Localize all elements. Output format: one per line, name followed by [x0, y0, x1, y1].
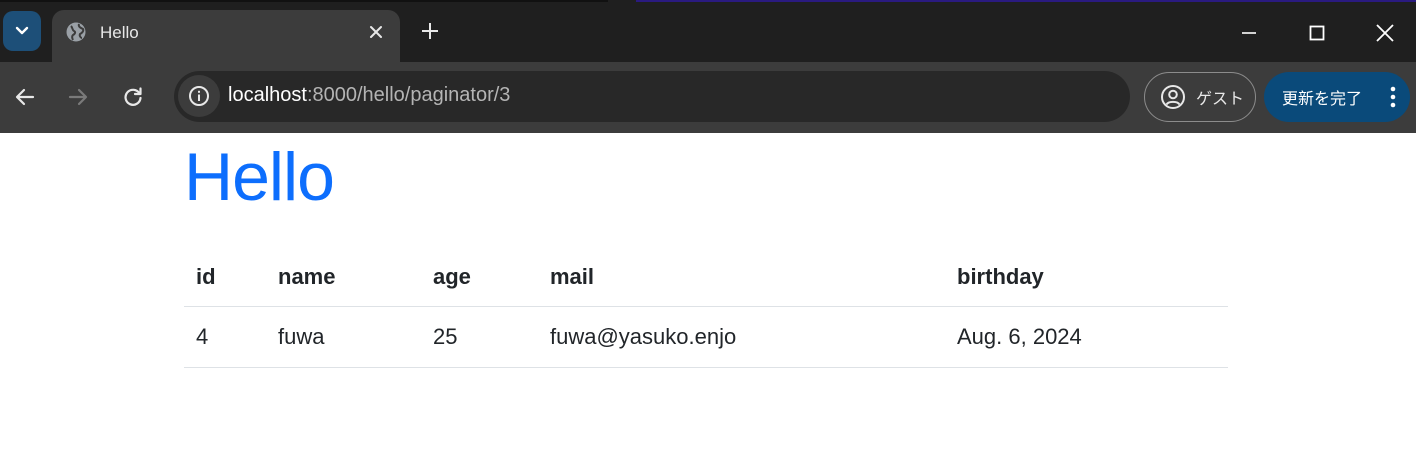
- url-text: localhost:8000/hello/paginator/3: [228, 84, 510, 107]
- minimize-button[interactable]: [1234, 18, 1264, 48]
- table-row: 4 fuwa 25 fuwa@yasuko.enjo Aug. 6, 2024: [184, 306, 1228, 368]
- header-id: id: [184, 248, 266, 307]
- cell-mail: fuwa@yasuko.enjo: [538, 306, 945, 368]
- cell-name: fuwa: [266, 306, 421, 368]
- table-header-row: id name age mail birthday: [184, 248, 1228, 307]
- guest-label: ゲスト: [1196, 89, 1245, 108]
- reload-button[interactable]: [118, 82, 148, 112]
- close-icon: [370, 26, 382, 38]
- back-button[interactable]: [10, 82, 40, 112]
- header-age: age: [421, 248, 538, 307]
- chevron-down-icon: [15, 26, 29, 35]
- header-mail: mail: [538, 248, 945, 307]
- arrow-left-icon: [15, 88, 35, 106]
- reload-icon: [124, 87, 142, 106]
- more-vert-icon: [1390, 86, 1396, 108]
- tab-strip: Hello: [0, 0, 1416, 62]
- cell-id: 4: [184, 306, 266, 368]
- arrow-right-icon: [68, 88, 88, 106]
- top-edge-accent: [636, 0, 1416, 2]
- tab-title: Hello: [100, 23, 139, 42]
- data-table: id name age mail birthday 4 fuwa 25 fuwa…: [184, 248, 1228, 368]
- cell-age: 25: [421, 306, 538, 368]
- header-birthday: birthday: [945, 248, 1228, 307]
- globe-icon: [66, 22, 86, 42]
- account-circle-icon: [1161, 85, 1185, 109]
- close-icon: [1376, 24, 1394, 42]
- close-window-button[interactable]: [1370, 18, 1400, 48]
- close-tab-button[interactable]: [366, 22, 386, 42]
- update-label: 更新を完了: [1282, 89, 1363, 108]
- profile-guest-button[interactable]: ゲスト: [1144, 72, 1256, 122]
- tab-search-button[interactable]: [3, 11, 41, 51]
- address-bar[interactable]: localhost:8000/hello/paginator/3: [174, 71, 1130, 122]
- plus-icon: [422, 23, 438, 39]
- minimize-icon: [1242, 32, 1256, 34]
- info-icon: [189, 86, 209, 106]
- forward-button[interactable]: [63, 82, 93, 112]
- header-name: name: [266, 248, 421, 307]
- maximize-icon: [1309, 25, 1325, 41]
- maximize-button[interactable]: [1302, 18, 1332, 48]
- site-info-button[interactable]: [178, 75, 220, 117]
- url-path: :8000/hello/paginator/3: [306, 84, 511, 106]
- page-title: Hello: [184, 139, 335, 215]
- browser-toolbar: localhost:8000/hello/paginator/3 ゲスト 更新を…: [0, 62, 1416, 133]
- cell-birthday: Aug. 6, 2024: [945, 306, 1228, 368]
- finish-update-button[interactable]: 更新を完了: [1264, 72, 1410, 122]
- active-tab[interactable]: Hello: [52, 10, 400, 62]
- top-edge: [0, 0, 608, 2]
- new-tab-button[interactable]: [418, 19, 442, 43]
- url-host: localhost: [228, 84, 307, 106]
